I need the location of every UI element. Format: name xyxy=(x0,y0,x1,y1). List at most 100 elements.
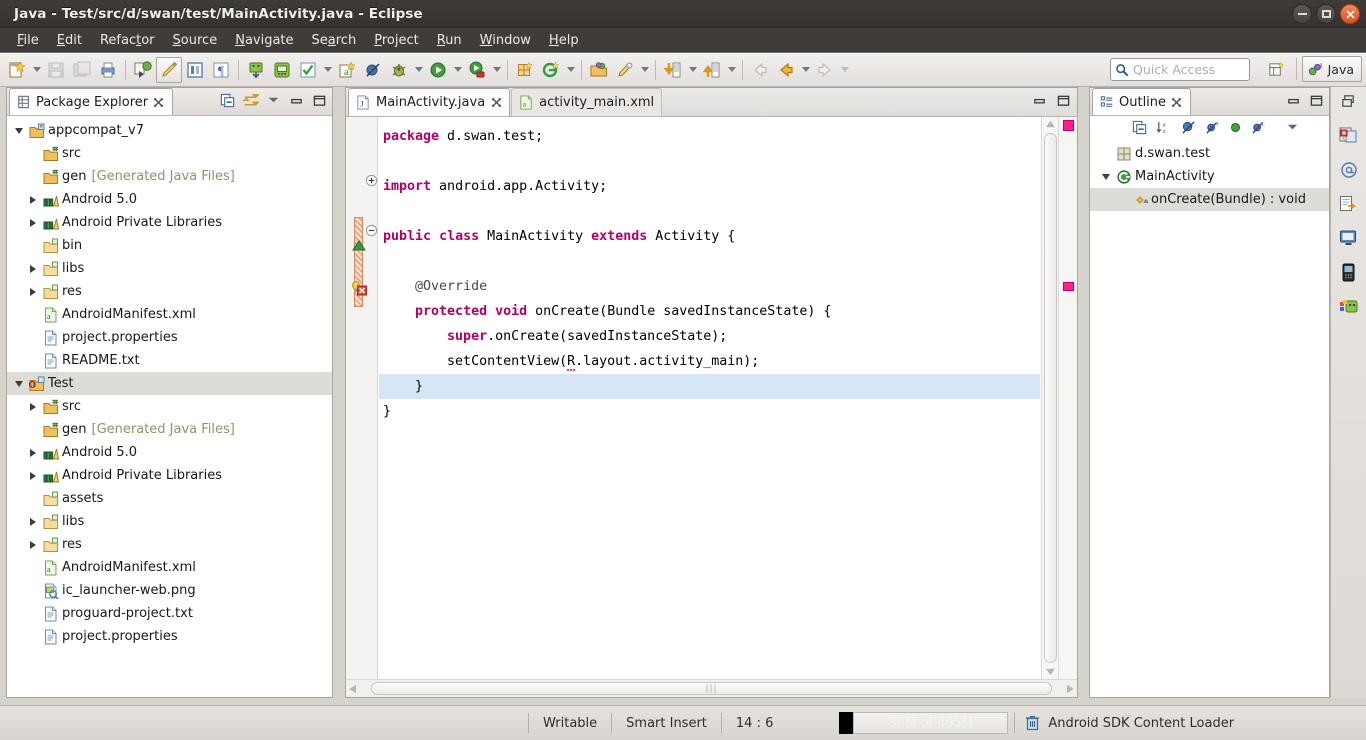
android-avd-manager-button[interactable] xyxy=(269,57,295,83)
scrollbar-thumb[interactable]: ||| xyxy=(371,682,1052,695)
close-button[interactable] xyxy=(1340,4,1360,24)
close-view-icon[interactable] xyxy=(1171,97,1182,108)
editor-vertical-scrollbar[interactable] xyxy=(1041,117,1058,679)
code-line[interactable]: @Override xyxy=(379,274,1040,299)
menu-help[interactable]: Help xyxy=(540,31,588,50)
tree-twistie-open-icon[interactable] xyxy=(11,127,27,134)
hide-fields-icon[interactable] xyxy=(1181,120,1196,139)
editor-tab-mainactivity[interactable]: J MainActivity.java xyxy=(348,88,511,116)
open-type-button[interactable] xyxy=(586,57,612,83)
scrollbar-thumb[interactable] xyxy=(1044,133,1057,663)
tree-item-assets[interactable]: assets xyxy=(7,487,332,510)
previous-annotation-dropdown[interactable] xyxy=(725,57,738,83)
error-overview-marker[interactable] xyxy=(1063,120,1074,131)
devices-view-icon[interactable] xyxy=(1342,263,1355,286)
declaration-view-icon[interactable] xyxy=(1339,195,1358,217)
back-dropdown[interactable] xyxy=(799,57,812,83)
error-overview-marker[interactable] xyxy=(1063,282,1074,291)
toggle-block-selection-button[interactable] xyxy=(182,57,208,83)
code-line[interactable]: package d.swan.test; xyxy=(379,124,1040,149)
tree-item-ic-launcher-web-png[interactable]: ic_launcher-web.png xyxy=(7,579,332,602)
tree-item-gen[interactable]: gen [Generated Java Files] xyxy=(7,165,332,188)
tree-twistie-closed-icon[interactable] xyxy=(25,402,41,411)
tree-item-androidmanifest-xml[interactable]: a AndroidManifest.xml xyxy=(7,303,332,326)
previous-annotation-button[interactable] xyxy=(699,57,725,83)
tree-twistie-closed-icon[interactable] xyxy=(25,287,41,296)
tree-item-src[interactable]: src xyxy=(7,395,332,418)
code-line[interactable]: super.onCreate(savedInstanceState); xyxy=(379,324,1040,349)
perspective-java-button[interactable]: J Java xyxy=(1301,56,1362,82)
problems-view-icon[interactable]: x xyxy=(1339,126,1359,149)
debug-dropdown[interactable] xyxy=(412,57,425,83)
new-android-activity-dropdown[interactable] xyxy=(564,57,577,83)
new-android-xml-button[interactable] xyxy=(512,57,538,83)
search-button[interactable] xyxy=(612,57,638,83)
override-indicator-icon[interactable] xyxy=(352,240,366,252)
tree-item-android-5-0[interactable]: Android 5.0 xyxy=(7,188,332,211)
run-configurations-dropdown[interactable] xyxy=(490,57,503,83)
view-menu-icon[interactable] xyxy=(265,92,282,109)
tree-twistie-closed-icon[interactable] xyxy=(25,540,41,549)
toggle-highlight-button[interactable] xyxy=(156,56,182,83)
outline-item-d-swan-test[interactable]: d.swan.test xyxy=(1090,142,1329,165)
menu-search[interactable]: Search xyxy=(303,31,366,50)
hide-local-types-icon[interactable]: L xyxy=(1251,120,1266,139)
outline-item-oncreate-bundle-void[interactable]: onCreate(Bundle) : void xyxy=(1090,188,1329,211)
outline-item-mainactivity[interactable]: MainActivity xyxy=(1090,165,1329,188)
scroll-up-arrow-icon[interactable] xyxy=(1045,120,1056,129)
scroll-down-arrow-icon[interactable] xyxy=(1045,667,1056,676)
tree-twistie-closed-icon[interactable] xyxy=(25,471,41,480)
code-line[interactable]: import android.app.Activity; xyxy=(379,174,1040,199)
code-line[interactable] xyxy=(379,249,1040,274)
tree-item-test[interactable]: Test xyxy=(7,372,332,395)
console-view-icon[interactable] xyxy=(1339,229,1358,251)
maximize-icon[interactable] xyxy=(311,92,328,109)
maximize-icon[interactable] xyxy=(1056,94,1071,111)
tree-item-gen[interactable]: gen [Generated Java Files] xyxy=(7,418,332,441)
save-all-button[interactable] xyxy=(69,57,95,83)
package-explorer-tab[interactable]: Package Explorer xyxy=(9,88,174,115)
outline-tab[interactable]: Outline xyxy=(1092,88,1192,115)
tree-item-appcompat-v7[interactable]: appcompat_v7 xyxy=(7,119,332,142)
tree-twistie-closed-icon[interactable] xyxy=(25,448,41,457)
toggle-whitespace-button[interactable]: ¶ xyxy=(208,57,234,83)
editor-overview-ruler[interactable] xyxy=(1058,117,1077,679)
next-annotation-dropdown[interactable] xyxy=(686,57,699,83)
menu-source[interactable]: Source xyxy=(164,31,227,50)
tree-item-android-private-libraries[interactable]: Android Private Libraries xyxy=(7,464,332,487)
back-button[interactable] xyxy=(747,57,773,83)
logcat-view-icon[interactable] xyxy=(1339,298,1359,319)
hide-non-public-icon[interactable] xyxy=(1229,121,1242,138)
run-button[interactable] xyxy=(425,57,451,83)
collapse-all-icon[interactable] xyxy=(1132,120,1147,139)
fold-collapse-icon[interactable] xyxy=(365,174,378,187)
open-perspective-button[interactable] xyxy=(1262,56,1291,82)
hide-static-icon[interactable]: S xyxy=(1205,120,1220,139)
check-button[interactable] xyxy=(295,57,321,83)
fold-expand-icon[interactable] xyxy=(365,224,378,237)
new-wizard-dropdown[interactable] xyxy=(30,57,43,83)
minimize-button[interactable] xyxy=(1292,4,1312,24)
tree-twistie-closed-icon[interactable] xyxy=(25,517,41,526)
tree-item-libs[interactable]: libs xyxy=(7,257,332,280)
menu-run[interactable]: Run xyxy=(428,31,471,50)
code-line[interactable] xyxy=(379,199,1040,224)
tree-item-proguard-project-txt[interactable]: proguard-project.txt xyxy=(7,602,332,625)
sort-alphabetically-icon[interactable]: a z xyxy=(1156,120,1172,139)
menu-project[interactable]: Project xyxy=(365,31,428,50)
skip-breakpoints-button[interactable] xyxy=(360,57,386,83)
new-wizard-button[interactable] xyxy=(4,57,30,83)
menu-window[interactable]: Window xyxy=(471,31,540,50)
debug-button[interactable] xyxy=(386,57,412,83)
menu-edit[interactable]: Edit xyxy=(48,31,91,50)
tree-item-android-private-libraries[interactable]: Android Private Libraries xyxy=(7,211,332,234)
code-content[interactable]: package d.swan.test; import android.app.… xyxy=(379,117,1040,679)
scroll-right-arrow-icon[interactable] xyxy=(1065,684,1075,694)
tree-item-bin[interactable]: bin xyxy=(7,234,332,257)
tree-item-project-properties[interactable]: project.properties xyxy=(7,326,332,349)
view-menu-icon[interactable] xyxy=(1285,121,1300,138)
heap-status[interactable]: 30M of 495M xyxy=(839,712,1009,734)
code-line[interactable]: setContentView(R.layout.activity_main); xyxy=(379,349,1040,374)
outline-tree[interactable]: d.swan.test MainActivity onCreate(Bundle) … xyxy=(1090,142,1329,211)
menu-navigate[interactable]: Navigate xyxy=(226,31,302,50)
